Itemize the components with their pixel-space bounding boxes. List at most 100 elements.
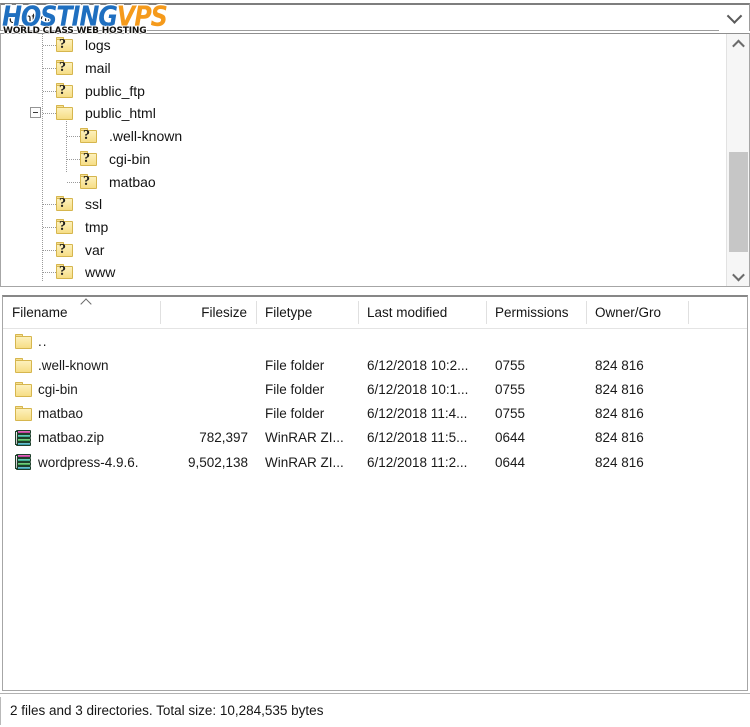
archive-icon — [15, 429, 32, 446]
scrollbar-thumb[interactable] — [729, 152, 748, 252]
cell-filesize — [160, 329, 256, 353]
tree-connector — [43, 113, 56, 115]
tree-vertical-scrollbar[interactable] — [726, 34, 749, 286]
chevron-down-icon[interactable] — [719, 4, 749, 31]
column-header-filesize[interactable]: Filesize — [160, 297, 256, 328]
tree-collapse-toggle[interactable] — [30, 107, 41, 119]
tree-item-label: var — [85, 241, 105, 258]
remote-file-list[interactable]: Filename Filesize Filetype Last modified Per… — [2, 295, 748, 691]
cell-permissions: 0755 — [495, 357, 526, 373]
tree-connector — [43, 90, 56, 92]
tree-item-ssl[interactable]: ? ssl — [1, 193, 701, 216]
tree-connector — [67, 136, 80, 138]
cell-filetype: File folder — [265, 406, 325, 422]
cell-last-modified: 6/12/2018 11:4... — [367, 406, 468, 422]
tree-item-matbao[interactable]: ? matbao — [1, 170, 701, 193]
scroll-down-button[interactable] — [727, 266, 749, 286]
tree-item-label: cgi-bin — [109, 150, 151, 167]
table-row[interactable]: .. — [3, 329, 747, 353]
cell-filename[interactable]: wordpress-4.9.6. — [3, 450, 160, 474]
column-resize-handle[interactable] — [586, 301, 587, 324]
cell-last-modified: 6/12/2018 11:5... — [367, 430, 468, 446]
column-resize-handle[interactable] — [688, 301, 689, 324]
file-list-header[interactable]: Filename Filesize Filetype Last modified Per… — [3, 297, 747, 329]
cell-filesize — [160, 402, 256, 426]
filename-label: matbao.zip — [38, 430, 105, 446]
scrollbar-track-upper[interactable] — [729, 54, 748, 152]
tree-item-tmp[interactable]: ? tmp — [1, 216, 701, 239]
column-resize-handle[interactable] — [256, 301, 257, 324]
filename-label: .well-known — [38, 357, 109, 373]
tree-item-cgi-bin[interactable]: ? cgi-bin — [1, 148, 701, 171]
cell-last-modified: 6/12/2018 10:1... — [367, 381, 469, 397]
folder-icon — [15, 381, 32, 397]
cell-filename[interactable]: cgi-bin — [3, 377, 160, 401]
table-row[interactable]: matbao.zip 782,397 WinRAR ZI... 6/12/2018 1… — [3, 426, 747, 450]
remote-path-value[interactable]: c_html — [1, 10, 719, 26]
cell-filetype: File folder — [265, 381, 325, 397]
cell-owner-group: 824 816 — [595, 406, 644, 422]
tree-connector — [43, 272, 56, 274]
column-header-owner-gro[interactable]: Owner/Gro — [586, 297, 688, 328]
tree-connector — [43, 68, 56, 70]
tree-connector — [67, 181, 80, 183]
folder-unknown-icon: ? — [56, 60, 73, 76]
status-bar: 2 files and 3 directories. Total size: 1… — [0, 693, 750, 727]
table-row[interactable]: wordpress-4.9.6. 9,502,138 WinRAR ZI... 6/1… — [3, 450, 747, 474]
cell-permissions: 0644 — [495, 454, 526, 470]
table-row[interactable]: .well-known File folder 6/12/2018 10:2... 0… — [3, 353, 747, 377]
cell-permissions — [486, 329, 586, 353]
cell-filename[interactable]: matbao.zip — [3, 426, 160, 450]
cell-filename[interactable]: matbao — [3, 402, 160, 426]
tree-item-label: ssl — [85, 196, 103, 213]
folder-unknown-icon: ? — [56, 196, 73, 212]
cell-permissions: 0644 — [495, 430, 526, 446]
cell-filesize — [160, 377, 256, 401]
folder-icon — [15, 333, 32, 349]
tree-item-var[interactable]: ? var — [1, 238, 701, 261]
cell-filetype — [256, 329, 358, 353]
tree-connector — [43, 249, 56, 251]
tree-item-well-known[interactable]: ? .well-known — [1, 125, 701, 148]
cell-filename[interactable]: .well-known — [3, 353, 160, 377]
cell-last-modified: 6/12/2018 10:2... — [367, 357, 469, 373]
column-header-filename[interactable]: Filename — [3, 297, 160, 328]
table-row[interactable]: cgi-bin File folder 6/12/2018 10:1... 0755 8… — [3, 377, 747, 401]
column-header-last-modified[interactable]: Last modified — [358, 297, 486, 328]
file-list-body[interactable]: .. .well-known File folder 6/12/2018 10:2..… — [3, 329, 747, 474]
cell-owner-group: 824 816 — [595, 381, 644, 397]
column-header-permissions[interactable]: Permissions — [486, 297, 586, 328]
folder-unknown-icon: ? — [56, 82, 73, 98]
tree-connector — [67, 158, 80, 160]
cell-last-modified: 6/12/2018 11:2... — [367, 454, 468, 470]
cell-filesize: 9,502,138 — [187, 454, 248, 470]
cell-filename[interactable]: .. — [3, 329, 160, 353]
tree-item-label: matbao — [109, 173, 156, 190]
tree-item-public-html[interactable]: public_html — [1, 102, 701, 125]
tree-item-logs[interactable]: ? logs — [1, 34, 701, 57]
remote-path-combobox[interactable]: c_html — [0, 3, 750, 31]
tree-item-label: logs — [85, 37, 111, 54]
tree-item-mail[interactable]: ? mail — [1, 57, 701, 80]
column-header-filetype[interactable]: Filetype — [256, 297, 358, 328]
scroll-up-button[interactable] — [727, 34, 749, 54]
tree-item-public-ftp[interactable]: ? public_ftp — [1, 79, 701, 102]
archive-icon — [15, 454, 32, 471]
tree-item-label: tmp — [85, 218, 109, 235]
cell-owner-group: 824 816 — [595, 454, 644, 470]
cell-owner-group: 824 816 — [595, 357, 644, 373]
folder-unknown-icon: ? — [56, 37, 73, 53]
tree-item-www[interactable]: ? www — [1, 261, 701, 284]
tree-connector — [43, 45, 56, 47]
column-resize-handle[interactable] — [486, 301, 487, 324]
tree-item-label: public_ftp — [85, 82, 145, 99]
folder-icon — [15, 406, 32, 422]
remote-directory-tree[interactable]: ? logs? mail? public_ftp public_html? .well-k… — [0, 33, 750, 287]
tree-item-label: mail — [85, 60, 111, 77]
column-resize-handle[interactable] — [160, 301, 161, 324]
cell-filetype: WinRAR ZI... — [265, 430, 344, 446]
column-resize-handle[interactable] — [358, 301, 359, 324]
table-row[interactable]: matbao File folder 6/12/2018 11:4... 0755 82… — [3, 402, 747, 426]
status-divider — [0, 697, 1, 725]
folder-icon — [15, 357, 32, 373]
